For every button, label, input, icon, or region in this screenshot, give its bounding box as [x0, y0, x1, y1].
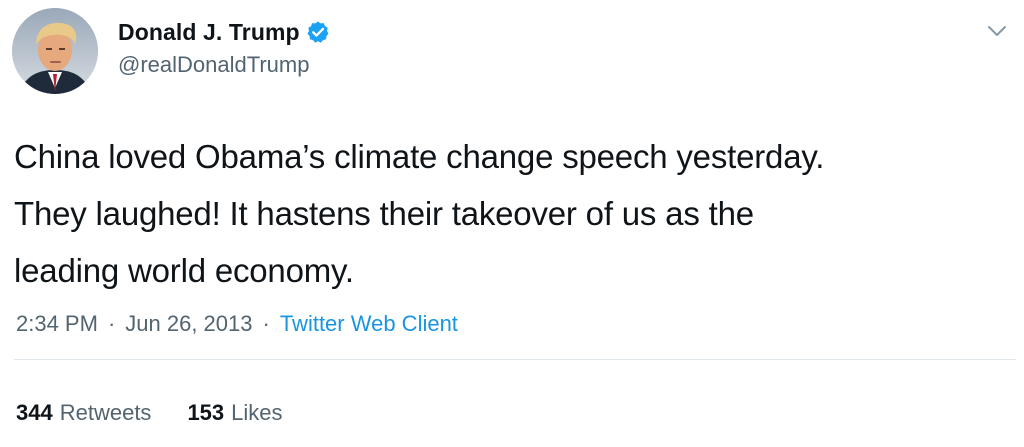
meta-separator: ·	[262, 311, 270, 336]
tweet-stats: 344 Retweets 153 Likes	[16, 400, 319, 426]
chevron-down-icon[interactable]	[984, 18, 1010, 44]
display-name[interactable]: Donald J. Trump	[118, 19, 300, 46]
verified-badge-icon	[306, 20, 330, 44]
meta-separator: ·	[107, 311, 116, 336]
divider	[14, 359, 1016, 360]
tweet-meta: 2:34 PM · Jun 26, 2013 · Twitter Web Cli…	[16, 311, 458, 337]
retweets-stat[interactable]: 344 Retweets	[16, 400, 151, 426]
name-row: Donald J. Trump	[118, 16, 330, 48]
tweet-time[interactable]: 2:34 PM	[16, 311, 98, 337]
tweet-client-link[interactable]: Twitter Web Client	[280, 311, 458, 337]
likes-count: 153	[187, 400, 225, 425]
profile-photo-icon	[12, 8, 98, 94]
likes-label: Likes	[231, 400, 283, 425]
tweet-date[interactable]: Jun 26, 2013	[125, 311, 252, 337]
tweet-card: Donald J. Trump @realDonaldTrump China l…	[0, 0, 1024, 447]
avatar[interactable]	[12, 8, 98, 94]
author-block: Donald J. Trump @realDonaldTrump	[118, 16, 330, 78]
likes-stat[interactable]: 153 Likes	[187, 400, 282, 426]
tweet-text: China loved Obama’s climate change speec…	[14, 138, 825, 289]
retweets-label: Retweets	[59, 400, 152, 425]
retweets-count: 344	[16, 400, 53, 425]
user-handle[interactable]: @realDonaldTrump	[118, 52, 330, 78]
